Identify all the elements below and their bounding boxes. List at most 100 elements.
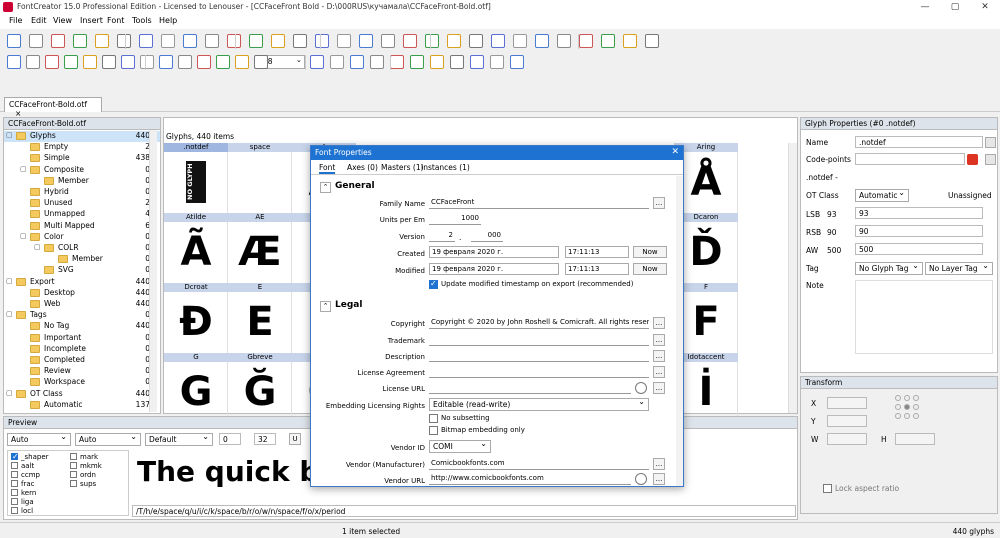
vendor-id-dropdown[interactable]: COMI [429,439,491,453]
menu-tools[interactable]: Tools [132,16,152,25]
vendor-globe-icon[interactable] [635,473,647,485]
general-collapse-icon[interactable]: ⌃ [320,182,331,193]
otclass-dropdown[interactable]: Automatic [855,188,909,202]
tree-item-ot-class[interactable]: ▢ OT Class 440 [4,389,160,400]
glyph-cell[interactable]: Gbreve Ğ [228,353,292,423]
globe-icon[interactable] [635,382,647,394]
feature-item[interactable]: frac [11,480,34,488]
unicode-icon[interactable] [967,154,978,165]
toolbar-tool-icon[interactable] [254,55,268,69]
menu-view[interactable]: View [53,16,72,25]
toolbar-tool-icon[interactable] [271,34,285,48]
x-field[interactable] [827,397,867,409]
glyph-cell[interactable]: GG [164,353,228,423]
tree-item-member[interactable]: Member 0 [4,176,160,187]
toolbar-tool-icon[interactable] [447,34,461,48]
toolbar-tool-icon[interactable] [623,34,637,48]
feature-checkbox[interactable] [11,480,18,487]
feature-item[interactable]: ccmp [11,471,40,479]
license-url-field[interactable] [429,382,631,394]
toolbar-tool-icon[interactable] [350,55,364,69]
h-field[interactable] [895,433,935,445]
lsb-field[interactable]: 93 [855,207,983,219]
toolbar-tool-icon[interactable] [293,34,307,48]
expander-icon[interactable]: ▢ [20,165,27,173]
tree-item-glyphs[interactable]: ▢ Glyphs 440 [4,131,160,143]
tree-item-important[interactable]: Important 0 [4,333,160,344]
toolbar-tool-icon[interactable] [390,55,404,69]
created-time-field[interactable]: 17:11:13 [565,246,629,258]
toolbar-tool-icon[interactable] [430,55,444,69]
copyright-more-button[interactable]: ... [653,317,665,329]
feature-checkbox[interactable] [70,462,77,469]
family-name-more-button[interactable]: ... [653,197,665,209]
tab-font[interactable]: Font [319,163,336,174]
version-major-field[interactable]: 2 [429,230,455,242]
toolbar-tool-icon[interactable] [159,55,173,69]
toolbar-tool-icon[interactable] [469,34,483,48]
layer-tag-dropdown[interactable]: No Layer Tag [925,261,993,275]
toolbar-tool-icon[interactable] [510,55,524,69]
bitmap-embedding-checkbox[interactable] [429,426,438,435]
toolbar-tool-icon[interactable] [178,55,192,69]
tree-item-tags[interactable]: ▢ Tags 0 [4,310,160,321]
expander-icon[interactable]: ▢ [6,389,13,397]
w-field[interactable] [827,433,867,445]
anchor-point[interactable] [913,413,919,419]
glyph-path-field[interactable]: /T/h/e/space/q/u/i/c/k/space/b/r/o/w/n/s… [132,505,796,517]
glyph-cell[interactable]: EE [228,283,292,353]
toolbar-tool-icon[interactable] [235,55,249,69]
toolbar-tool-icon[interactable] [83,55,97,69]
tree-item-member[interactable]: Member 0 [4,254,160,265]
units-per-em-field[interactable]: 1000 [429,213,481,225]
toolbar-tool-icon[interactable] [95,34,109,48]
glyph-cell[interactable]: Atilde Ã [164,213,228,283]
vendor-url-more-button[interactable]: ... [653,473,665,485]
y-field[interactable] [827,415,867,427]
expander-icon[interactable]: ▢ [6,277,13,285]
tree-item-unmapped[interactable]: Unmapped 4 [4,209,160,220]
toolbar-tool-icon[interactable] [161,34,175,48]
toolbar-tool-icon[interactable] [64,55,78,69]
created-now-button[interactable]: Now [633,246,667,258]
document-tab[interactable]: CCFaceFront-Bold.otf × [4,97,102,118]
script-dropdown[interactable]: Auto [7,432,71,446]
update-timestamp-checkbox[interactable] [429,279,438,289]
toolbar-tool-icon[interactable] [102,55,116,69]
lock-aspect-checkbox[interactable] [823,484,832,493]
family-name-field[interactable]: CCFaceFront [429,197,649,209]
toolbar-tool-icon[interactable] [227,34,241,48]
feature-item[interactable]: ordn [70,471,96,479]
edit-name-icon[interactable] [985,137,996,148]
anchor-point[interactable] [895,413,901,419]
glyph-cell[interactable]: AE Æ [228,213,292,283]
toolbar-tool-icon[interactable] [197,55,211,69]
tree-item-incomplete[interactable]: Incomplete 0 [4,344,160,355]
tab-masters[interactable]: Masters (1) [381,163,424,172]
menu-file[interactable]: File [9,16,22,25]
toolbar-tool-icon[interactable] [337,34,351,48]
toolbar-tool-icon[interactable] [403,34,417,48]
feature-set-dropdown[interactable]: Default [145,432,213,446]
dialog-scrollbar[interactable] [676,176,683,486]
toolbar-tool-icon[interactable] [359,34,373,48]
toolbar-tool-icon[interactable] [470,55,484,69]
vendor-url-field[interactable]: http://www.comicbookfonts.com [429,473,631,485]
feature-item[interactable]: sups [70,480,96,488]
anchor-point[interactable] [904,413,910,419]
glyph-cell[interactable]: space [228,143,292,213]
license-url-more-button[interactable]: ... [653,382,665,394]
feature-checkbox[interactable] [70,453,77,460]
expander-icon[interactable]: ▢ [20,232,27,240]
vendor-more-button[interactable]: ... [653,458,665,470]
toolbar-tool-icon[interactable] [7,55,21,69]
toolbar-tool-icon[interactable] [45,55,59,69]
toolbar-tool-icon[interactable] [29,34,43,48]
size-field[interactable]: 32 [254,433,276,445]
toolbar-tool-icon[interactable] [183,34,197,48]
underline-button[interactable]: U [289,433,301,445]
feature-item[interactable]: aalt [11,462,34,470]
glyph-name-field[interactable]: .notdef [855,136,983,148]
vendor-field[interactable]: Comicbookfonts.com [429,458,649,470]
tree-item-export[interactable]: ▢ Export 440 [4,277,160,288]
